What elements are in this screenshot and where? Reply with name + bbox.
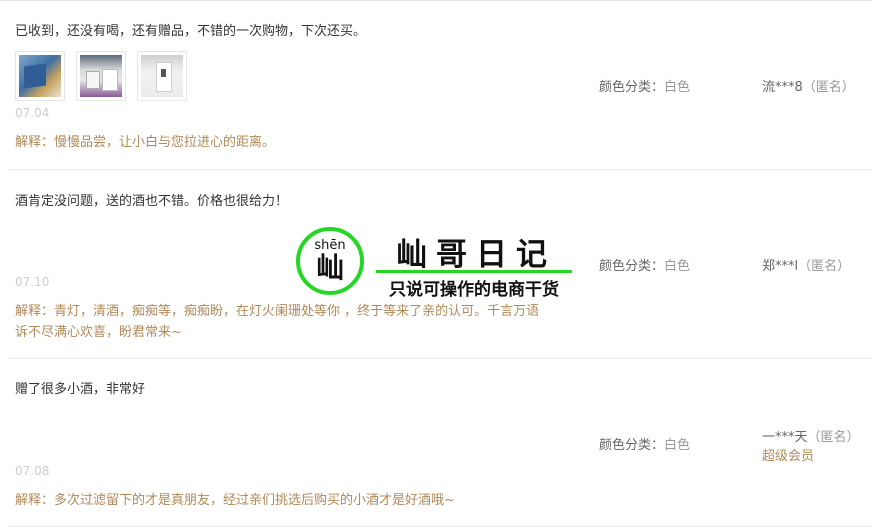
reviewer: 一***天（匿名） <box>762 426 860 445</box>
review-content: 已收到，还没有喝，还有赠品，不错的一次购物，下次还买。 <box>15 24 367 39</box>
sku-value: 白色 <box>664 438 691 453</box>
reply-prefix: 解释： <box>15 493 55 508</box>
watermark-title: 屾哥日记 <box>396 237 556 273</box>
watermark-underline <box>376 270 572 273</box>
top-border <box>0 0 872 1</box>
review-photo-thumb[interactable] <box>76 51 126 101</box>
sku-value: 白色 <box>664 80 691 95</box>
watermark-logo: shēn 屾 <box>296 227 364 295</box>
photo-image <box>80 55 122 97</box>
sku-label: 颜色分类： <box>599 259 665 274</box>
reply-text: 慢慢品尝，让小白与您拉进心的距离。 <box>54 135 276 150</box>
sku-info: 颜色分类：白色 <box>599 255 690 274</box>
reviewer-name: 郑***l <box>762 259 799 274</box>
photo-image <box>19 55 61 97</box>
reviewer-name: 一***天 <box>762 430 808 445</box>
review-date: 07.08 <box>15 464 50 478</box>
reply-text: 多次过滤留下的才是真朋友，经过亲们挑选后购买的小酒才是好酒哦~ <box>54 493 455 508</box>
sku-label: 颜色分类： <box>599 438 665 453</box>
photo-image <box>141 55 183 97</box>
reviewer: 郑***l（匿名） <box>762 255 850 274</box>
review-divider <box>8 358 872 359</box>
seller-reply: 解释：多次过滤留下的才是真朋友，经过亲们挑选后购买的小酒才是好酒哦~ <box>15 490 455 511</box>
sku-info: 颜色分类：白色 <box>599 434 690 453</box>
review-date: 07.04 <box>15 106 50 120</box>
watermark-char: 屾 <box>315 251 344 284</box>
sku-value: 白色 <box>664 259 691 274</box>
sku-info: 颜色分类：白色 <box>599 76 690 95</box>
reviewer-name: 流***8 <box>762 80 803 95</box>
sku-label: 颜色分类： <box>599 80 665 95</box>
anonymous-tag: （匿名） <box>807 430 860 445</box>
reply-text-line-2: 诉不尽满心欢喜，盼君常来~ <box>15 325 182 340</box>
watermark: shēn 屾 屾哥日记 只说可操作的电商干货 <box>296 227 586 307</box>
review-photo-thumb[interactable] <box>15 51 65 101</box>
review-list: 已收到，还没有喝，还有赠品，不错的一次购物，下次还买。 07.04 解释：慢慢品… <box>0 0 872 528</box>
anonymous-tag: （匿名） <box>798 259 851 274</box>
review-date: 07.10 <box>15 275 50 289</box>
reply-prefix: 解释： <box>15 135 55 150</box>
review-photo-thumb[interactable] <box>137 51 187 101</box>
review-content: 赠了很多小酒，非常好 <box>15 382 146 397</box>
review-photos <box>15 51 187 101</box>
reviewer: 流***8（匿名） <box>762 76 855 95</box>
watermark-subtitle: 只说可操作的电商干货 <box>389 280 559 300</box>
reply-prefix: 解释： <box>15 304 55 319</box>
member-badge: 超级会员 <box>762 449 815 464</box>
seller-reply: 解释：慢慢品尝，让小白与您拉进心的距离。 <box>15 132 275 153</box>
review-divider <box>8 169 872 170</box>
anonymous-tag: （匿名） <box>802 80 855 95</box>
seller-reply: 解释：青灯，清酒，痴痴等，痴痴盼，在灯火阑珊处等你 ，终于等来了亲的认可。千言万… <box>15 301 539 343</box>
review-content: 酒肯定没问题，送的酒也不错。价格也很给力！ <box>15 194 289 209</box>
review-divider <box>8 526 872 527</box>
